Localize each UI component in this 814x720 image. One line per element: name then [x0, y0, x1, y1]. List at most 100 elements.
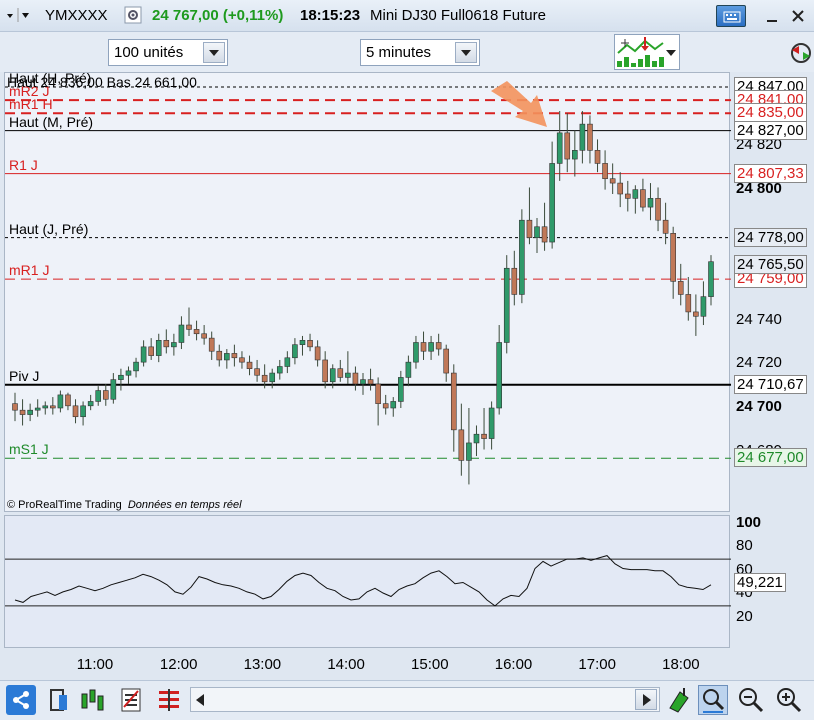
- candle: [420, 331, 427, 360]
- candle: [466, 408, 472, 485]
- candle: [624, 180, 631, 212]
- scroll-left-icon[interactable]: [194, 693, 206, 712]
- candle: [519, 209, 525, 304]
- candle: [413, 335, 419, 369]
- candle: [171, 333, 177, 356]
- price-axis[interactable]: 24 68024 70024 72024 74024 80024 82024 8…: [732, 72, 810, 680]
- candle: [239, 351, 245, 369]
- level-label: Piv J: [9, 367, 40, 384]
- zoom-auto-icon[interactable]: [698, 685, 728, 715]
- time-tick: 11:00: [76, 656, 114, 673]
- horizontal-scrollbar[interactable]: [190, 687, 660, 712]
- share-icon[interactable]: [6, 685, 36, 715]
- candle: [87, 394, 94, 411]
- chevron-down-icon[interactable]: [455, 42, 477, 63]
- zoom-out-icon[interactable]: [736, 685, 766, 715]
- price-marker: 24 778,00: [734, 227, 807, 247]
- candle: [435, 333, 442, 356]
- candle: [337, 359, 344, 382]
- candle: [534, 218, 540, 253]
- candle: [246, 355, 253, 376]
- level-label: mR1 J: [9, 262, 50, 279]
- level-label: mR1 H: [9, 96, 53, 113]
- candle: [481, 408, 487, 450]
- candle: [375, 377, 381, 426]
- oscillator-panel[interactable]: [4, 515, 731, 649]
- candle: [693, 294, 699, 336]
- price-chart-panel[interactable]: Haut (H, Pré) mR2 JmR1 H Haut (M, Pré) R1 J…: [4, 70, 731, 513]
- candle: [65, 392, 71, 411]
- candle: [685, 276, 692, 321]
- candle: [564, 113, 571, 173]
- candlestick-icon[interactable]: [78, 685, 108, 715]
- candle: [216, 344, 223, 367]
- candle: [50, 397, 56, 415]
- interval-value: 5 minutes: [366, 44, 432, 61]
- candle: [224, 349, 230, 369]
- oscillator-value: 49,221: [734, 573, 786, 593]
- time-tick: 17:00: [578, 656, 616, 673]
- sync-icon[interactable]: [790, 36, 812, 75]
- candle: [322, 351, 328, 389]
- candle: [473, 425, 480, 457]
- drawing-tool-icon[interactable]: [664, 685, 694, 715]
- candle: [140, 340, 147, 367]
- zoom-in-icon[interactable]: [774, 685, 804, 715]
- candle: [609, 163, 616, 194]
- minimize-icon[interactable]: [762, 6, 782, 31]
- gear-icon[interactable]: [124, 6, 142, 28]
- candle: [345, 351, 351, 384]
- candle: [42, 401, 49, 415]
- candle: [367, 368, 374, 391]
- keyboard-icon[interactable]: [716, 5, 746, 27]
- close-icon[interactable]: [788, 6, 808, 31]
- candle: [390, 397, 397, 417]
- menu-icon[interactable]: [3, 5, 31, 29]
- candle: [307, 333, 313, 352]
- candle: [284, 351, 291, 374]
- candle: [708, 255, 714, 306]
- price-marker: 24 765,50: [734, 254, 807, 274]
- indicators-button[interactable]: [614, 34, 680, 70]
- chevron-down-icon[interactable]: [203, 42, 225, 63]
- units-value: 100 unités: [114, 44, 184, 61]
- time-tick: 12:00: [159, 656, 198, 673]
- clock: 18:15:23: [300, 7, 361, 24]
- time-tick: 14:00: [327, 656, 365, 673]
- price-tick: 24 740: [736, 310, 782, 328]
- scroll-right-icon[interactable]: [635, 689, 657, 710]
- level-label: R1 J: [9, 156, 38, 173]
- price-tick: 24 720: [736, 354, 782, 372]
- candle: [27, 403, 33, 422]
- layout-icon[interactable]: [44, 685, 74, 715]
- candle: [647, 183, 654, 221]
- time-tick: 15:00: [411, 656, 449, 673]
- candle: [587, 115, 593, 164]
- candle: [511, 250, 518, 306]
- units-dropdown[interactable]: 100 unités: [108, 39, 228, 66]
- candle: [405, 355, 412, 387]
- candle: [602, 150, 608, 190]
- candle: [208, 331, 215, 360]
- candle: [201, 325, 207, 345]
- list-icon[interactable]: [116, 685, 146, 715]
- price-chart[interactable]: [5, 73, 731, 513]
- indicator-list-icon[interactable]: [154, 685, 184, 715]
- level-price-tag: 24 710,67: [734, 374, 807, 394]
- data-source-note: © ProRealTime Trading Données en temps r…: [7, 499, 242, 511]
- ohlc-info: Haut 24 836,00 Bas 24 661,00: [7, 74, 197, 90]
- candle: [148, 338, 154, 360]
- candle: [458, 403, 465, 476]
- oscillator-chart[interactable]: [5, 516, 731, 649]
- candle: [299, 335, 306, 356]
- candle: [254, 359, 260, 382]
- interval-dropdown[interactable]: 5 minutes: [360, 39, 480, 66]
- chevron-down-icon[interactable]: [666, 50, 676, 56]
- candle: [655, 187, 661, 232]
- candle: [572, 130, 578, 177]
- time-tick: 18:00: [662, 656, 700, 673]
- candle: [95, 386, 102, 406]
- chart-indicators-icon: [617, 37, 664, 67]
- candle: [125, 366, 132, 384]
- symbol-label[interactable]: YMXXXX: [45, 7, 108, 24]
